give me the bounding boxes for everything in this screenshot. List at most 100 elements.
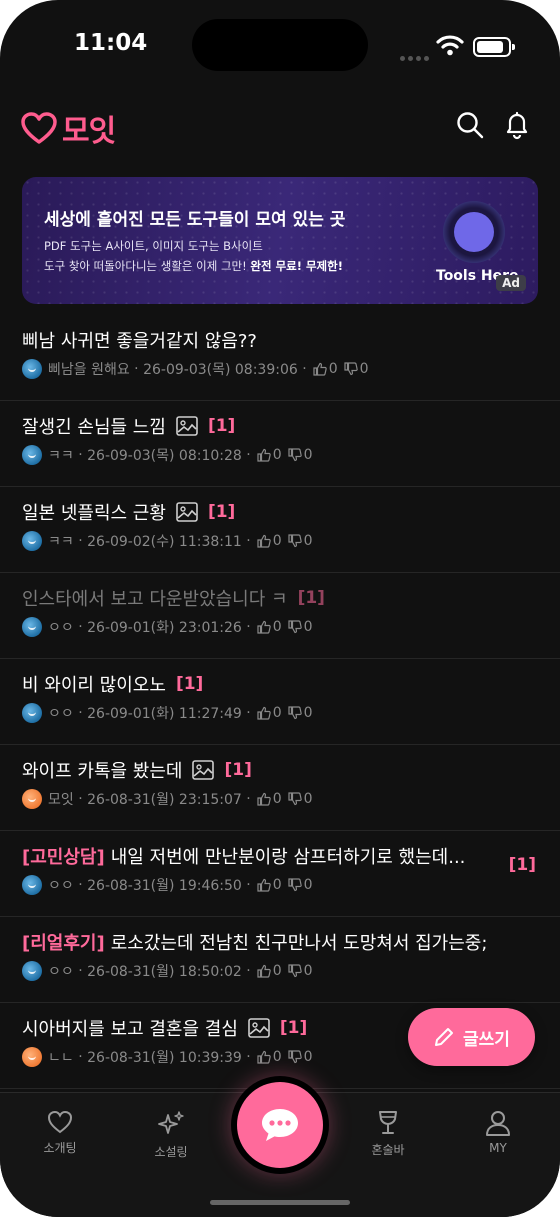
thumbs-down-icon [288, 964, 302, 978]
post-title: 잘생긴 손님들 느낌 [1] [22, 413, 235, 439]
likes-count: 0 [272, 533, 282, 549]
ad-banner[interactable]: 세상에 흩어진 모든 도구들이 모여 있는 곳 PDF 도구는 A사이트, 이미… [22, 177, 538, 304]
list-item[interactable]: 잘생긴 손님들 느낌 [1] ㅋㅋ · 26-09-03(목) 08:10:28… [0, 401, 560, 487]
tab-label: 혼술바 [371, 1143, 405, 1157]
avatar [22, 961, 42, 981]
tab-blind-date[interactable]: 소개팅 [15, 1109, 105, 1156]
post-title-text: 인스타에서 보고 다운받았습니다 ㅋ [22, 589, 288, 610]
tab-solo-bar[interactable]: 혼술바 [343, 1109, 433, 1158]
thumbs-up-icon [257, 448, 271, 462]
avatar [22, 445, 42, 465]
list-item[interactable]: [고민상담] 내일 저번에 만난분이랑 삼프터하기로 했는데... [1] ㅇㅇ… [0, 831, 560, 917]
banner-line2: 도구 찾아 떠돌아다니는 생활은 이제 그만! 완전 무료! 무제한! [44, 258, 343, 274]
tab-social[interactable]: 소설링 [126, 1109, 216, 1160]
thumbs-down-icon [288, 706, 302, 720]
list-item[interactable]: 와이프 카톡을 봤는데 [1] 모잇 · 26-08-31(월) 23:15:0… [0, 745, 560, 831]
dislikes-count: 0 [303, 963, 313, 979]
post-date: 26-08-31(월) 19:46:50 [87, 878, 242, 894]
post-meta: ㄴㄴ · 26-08-31(월) 10:39:39 · 0 0 [22, 1047, 313, 1067]
home-indicator [210, 1200, 350, 1205]
comment-count: [1] [279, 1018, 308, 1038]
avatar [22, 617, 42, 637]
post-date: 26-08-31(월) 23:15:07 [87, 792, 242, 808]
post-title: 삐남 사귀면 좋을거같지 않음?? [22, 327, 257, 353]
dislikes: 0 [344, 361, 369, 377]
likes-count: 0 [272, 791, 282, 807]
meta-separator: · [241, 619, 251, 635]
post-date: 26-08-31(월) 18:50:02 [87, 964, 242, 980]
post-meta: 삐남을 원해요 · 26-09-03(목) 08:39:06 · 0 0 [22, 359, 369, 379]
dislikes: 0 [288, 533, 313, 549]
post-date: 26-08-31(월) 10:39:39 [87, 1050, 242, 1066]
search-icon[interactable] [455, 110, 485, 140]
meta-separator: · [241, 1049, 251, 1065]
heart-logo-icon [21, 112, 57, 144]
orb-icon [443, 201, 505, 263]
meta-separator: · [241, 447, 251, 463]
post-meta: ㅋㅋ · 26-09-02(수) 11:38:11 · 0 0 [22, 531, 313, 551]
glass-icon [379, 1111, 397, 1134]
app-header: 모잇 [0, 100, 560, 156]
avatar [22, 531, 42, 551]
likes-count: 0 [272, 619, 282, 635]
likes-count: 0 [272, 1049, 282, 1065]
meta-separator: · [241, 705, 251, 721]
post-title: 일본 넷플릭스 근황 [1] [22, 499, 235, 525]
write-post-button[interactable]: 글쓰기 [408, 1008, 535, 1066]
list-item[interactable]: 비 와이리 많이오노 [1] ㅇㅇ · 26-09-01(화) 11:27:49… [0, 659, 560, 745]
meta-separator: · [241, 963, 251, 979]
post-date: 26-09-03(목) 08:39:06 [143, 362, 298, 378]
thumbs-up-icon [257, 534, 271, 548]
post-meta: ㅋㅋ · 26-09-03(목) 08:10:28 · 0 0 [22, 445, 313, 465]
dislikes-count: 0 [303, 705, 313, 721]
post-list: 삐남 사귀면 좋을거같지 않음?? 삐남을 원해요 · 26-09-03(목) … [0, 315, 560, 1089]
dislikes: 0 [288, 877, 313, 893]
post-meta: 모잇 · 26-08-31(월) 23:15:07 · 0 0 [22, 789, 313, 809]
meta-separator: · [241, 877, 251, 893]
comment-count: [1] [508, 855, 536, 875]
post-meta: ㅇㅇ · 26-09-01(화) 11:27:49 · 0 0 [22, 703, 313, 723]
post-date: 26-09-01(화) 11:27:49 [87, 706, 242, 722]
bell-icon[interactable] [502, 110, 532, 140]
write-post-label: 글쓰기 [463, 1029, 510, 1050]
comment-count: [1] [207, 416, 236, 436]
image-icon [192, 760, 215, 780]
dynamic-island [192, 19, 368, 71]
thumbs-down-icon [288, 620, 302, 634]
thumbs-up-icon [257, 792, 271, 806]
dislikes: 0 [288, 447, 313, 463]
thumbs-down-icon [288, 878, 302, 892]
heart-icon [47, 1110, 73, 1134]
avatar [22, 875, 42, 895]
likes-count: 0 [272, 877, 282, 893]
meta-separator: · [73, 791, 88, 807]
list-item[interactable]: 삐남 사귀면 좋을거같지 않음?? 삐남을 원해요 · 26-09-03(목) … [0, 315, 560, 401]
chat-button[interactable] [237, 1082, 323, 1168]
avatar [22, 1047, 42, 1067]
banner-line2-bold: 완전 무료! 무제한! [250, 259, 343, 273]
logo-text: 모잇 [62, 114, 116, 149]
status-bar: 11:04 [0, 0, 560, 90]
meta-separator: · [297, 361, 307, 377]
meta-separator: · [73, 877, 88, 893]
meta-separator: · [73, 619, 88, 635]
post-author: ㅋㅋ [48, 448, 74, 464]
post-author: ㅇㅇ [48, 964, 74, 980]
avatar [22, 789, 42, 809]
list-item[interactable]: [리얼후기] 로소갔는데 전남친 친구만나서 도망쳐서 집가는중; ㅇㅇ · 2… [0, 917, 560, 1003]
tab-label: 소개팅 [43, 1141, 77, 1155]
thumbs-up-icon [257, 964, 271, 978]
tab-my[interactable]: MY [453, 1109, 543, 1155]
list-item[interactable]: 인스타에서 보고 다운받았습니다 ㅋ [1] ㅇㅇ · 26-09-01(화) … [0, 573, 560, 659]
post-author: ㅋㅋ [48, 534, 74, 550]
meta-separator: · [73, 1049, 88, 1065]
dislikes-count: 0 [303, 533, 313, 549]
sparkle-icon [158, 1111, 184, 1134]
dislikes-count: 0 [303, 447, 313, 463]
list-item[interactable]: 일본 넷플릭스 근황 [1] ㅋㅋ · 26-09-02(수) 11:38:11… [0, 487, 560, 573]
user-icon [486, 1111, 510, 1136]
banner-line2-prefix: 도구 찾아 떠돌아다니는 생활은 이제 그만! [44, 259, 247, 273]
app-logo[interactable]: 모잇 [20, 106, 116, 150]
image-icon [176, 416, 198, 436]
post-title-text: 시아버지를 보고 결혼을 결심 [22, 1019, 238, 1040]
